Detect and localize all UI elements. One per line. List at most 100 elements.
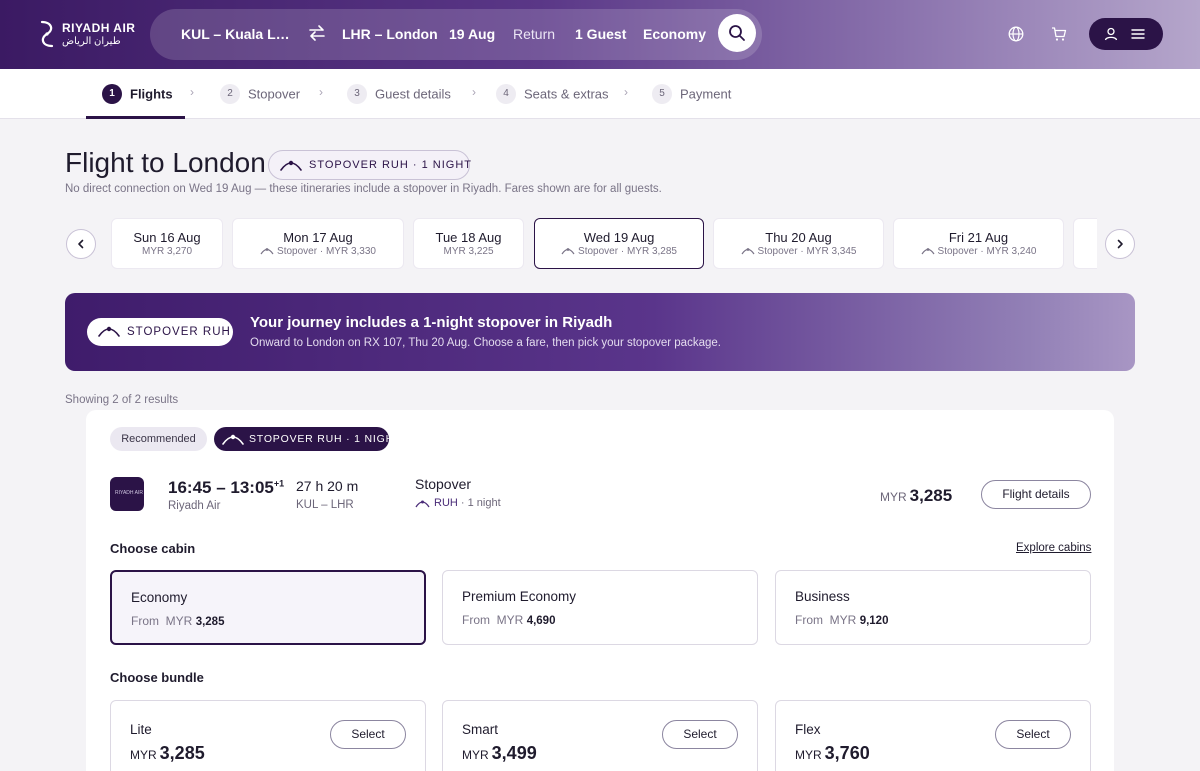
date-label: Fri 21 Aug <box>948 230 1009 245</box>
globe-icon[interactable] <box>1008 26 1024 42</box>
swap-icon[interactable] <box>308 24 326 42</box>
flight-price: MYR 3,285 <box>880 486 952 506</box>
cabin-price-amount: 4,690 <box>526 615 556 627</box>
select-flex-button[interactable]: Select <box>995 720 1071 749</box>
trip-type-field[interactable]: Return <box>513 26 555 42</box>
banner-stopover-chip: STOPOVER RUH <box>87 318 233 346</box>
date-option-fri-21[interactable]: Fri 21 Aug Stopover · MYR 3,240 <box>893 218 1064 269</box>
airline-logo-text: RIYADH AIR <box>115 490 143 496</box>
guests-field[interactable]: 1 Guest <box>575 26 626 42</box>
cabin-price: From MYR 9,120 <box>795 613 888 627</box>
step-number: 1 <box>102 84 122 104</box>
cabin-currency: MYR <box>496 613 524 627</box>
stopover-icon <box>260 248 274 255</box>
step-separator-icon: › <box>190 85 194 99</box>
date-label: Thu 20 Aug <box>765 230 832 245</box>
step-payment[interactable]: 5 Payment <box>652 84 731 104</box>
cabin-price-amount: 9,120 <box>859 615 889 627</box>
origin-field[interactable]: KUL – Kuala Lumpur <box>181 26 297 42</box>
date-option-partial[interactable] <box>1073 218 1097 269</box>
date-label: Tue 18 Aug <box>435 230 502 245</box>
bundle-name: Lite <box>130 722 152 737</box>
choose-cabin-heading: Choose cabin <box>110 541 196 556</box>
step-number: 3 <box>347 84 367 104</box>
step-number: 2 <box>220 84 240 104</box>
stopover-icon <box>741 248 755 255</box>
brand-mark-icon <box>40 20 54 48</box>
cabin-currency: MYR <box>165 614 193 628</box>
stopover-icon <box>222 434 244 445</box>
destination-field[interactable]: LHR – London <box>342 26 438 42</box>
brand-logo[interactable]: RIYADH AIR طيران الرياض <box>36 18 136 50</box>
bundle-name: Smart <box>462 722 499 737</box>
date-label: Mon 17 Aug <box>283 230 353 245</box>
date-price: MYR 3,270 <box>141 246 193 257</box>
account-menu-button[interactable] <box>1089 18 1163 50</box>
date-price: Stopover · MYR 3,240 <box>937 246 1037 257</box>
bundle-price-amount: 3,285 <box>159 743 205 763</box>
step-flights[interactable]: 1 Flights <box>102 84 173 104</box>
date-option-tue-18[interactable]: Tue 18 Aug MYR 3,225 <box>413 218 524 269</box>
step-stopover[interactable]: 2 Stopover <box>220 84 300 104</box>
step-label: Payment <box>680 86 732 102</box>
date-option-thu-20[interactable]: Thu 20 Aug Stopover · MYR 3,345 <box>713 218 884 269</box>
date-price-row: Stopover · MYR 3,285 <box>535 246 703 257</box>
flight-times: 16:45 – 13:05+1 <box>168 478 284 498</box>
bundle-option-lite[interactable]: Lite MYR 3,285 Select <box>110 700 426 771</box>
next-dates-button[interactable] <box>1105 229 1135 259</box>
search-button[interactable] <box>718 14 756 52</box>
bundle-option-flex[interactable]: Flex MYR 3,760 Select <box>775 700 1091 771</box>
cabin-option-premium-economy[interactable]: Premium Economy From MYR 4,690 <box>442 570 758 645</box>
date-price-row: Stopover · MYR 3,240 <box>894 246 1063 257</box>
date-option-sun-16[interactable]: Sun 16 Aug MYR 3,270 <box>111 218 223 269</box>
banner-title: Your journey includes a 1-night stopover… <box>250 314 613 331</box>
stopover-tag-label: STOPOVER RUH · 1 NIGHT <box>249 433 402 445</box>
chevron-right-icon <box>1117 239 1123 249</box>
explore-cabins-link[interactable]: Explore cabins <box>1016 542 1091 554</box>
date-label: Wed 19 Aug <box>583 230 655 245</box>
step-guest-details[interactable]: 3 Guest details <box>347 84 451 104</box>
bundle-currency: MYR <box>130 748 157 762</box>
cabin-option-economy[interactable]: Economy From MYR 3,285 <box>110 570 426 645</box>
airline-name: Riyadh Air <box>168 500 221 512</box>
price-currency: MYR <box>880 490 907 504</box>
flight-duration: 27 h 20 m <box>296 478 359 494</box>
date-field[interactable]: 19 Aug <box>449 26 495 42</box>
previous-dates-button[interactable] <box>66 229 96 259</box>
cabin-price: From MYR 4,690 <box>462 613 555 627</box>
date-label: Sun 16 Aug <box>133 230 201 245</box>
active-step-indicator <box>86 116 185 119</box>
search-summary[interactable]: KUL – Kuala Lumpur LHR – London 19 Aug R… <box>150 9 762 60</box>
step-separator-icon: › <box>319 85 323 99</box>
date-price-row: Stopover · MYR 3,345 <box>714 246 883 257</box>
cabin-currency: MYR <box>829 613 857 627</box>
date-option-wed-19[interactable]: Wed 19 Aug Stopover · MYR 3,285 <box>534 218 704 269</box>
date-option-mon-17[interactable]: Mon 17 Aug Stopover · MYR 3,330 <box>232 218 404 269</box>
bundle-price: MYR 3,499 <box>462 743 537 764</box>
select-lite-button[interactable]: Select <box>330 720 406 749</box>
bundle-price-amount: 3,499 <box>491 743 537 763</box>
flight-route: KUL – LHR <box>296 499 354 511</box>
step-number: 4 <box>496 84 516 104</box>
cabin-option-business[interactable]: Business From MYR 9,120 <box>775 570 1091 645</box>
select-smart-button[interactable]: Select <box>662 720 738 749</box>
top-header: RIYADH AIR طيران الرياض KUL – Kuala Lump… <box>0 0 1200 69</box>
step-label: Stopover <box>248 86 301 102</box>
flight-result-card: Recommended STOPOVER RUH · 1 NIGHT RIYAD… <box>86 410 1114 771</box>
from-label: From <box>462 613 490 627</box>
step-seats-extras[interactable]: 4 Seats & extras <box>496 84 609 104</box>
page-title: Flight to London <box>65 147 266 178</box>
date-price: Stopover · MYR 3,330 <box>277 246 376 257</box>
brand-name-ar: طيران الرياض <box>62 36 121 47</box>
flight-details-button[interactable]: Flight details <box>981 480 1091 509</box>
bundle-currency: MYR <box>795 748 822 762</box>
step-number: 5 <box>652 84 672 104</box>
cabin-field[interactable]: Economy <box>643 26 706 42</box>
cart-icon[interactable] <box>1051 26 1067 42</box>
bundle-price: MYR 3,760 <box>795 743 870 764</box>
stop-detail: RUH · 1 night <box>415 497 501 509</box>
date-price: Stopover · MYR 3,345 <box>757 246 857 257</box>
banner-chip-label: STOPOVER RUH <box>127 326 231 338</box>
bundle-option-smart[interactable]: Smart MYR 3,499 Select <box>442 700 758 771</box>
cabin-price: From MYR 3,285 <box>131 614 224 628</box>
